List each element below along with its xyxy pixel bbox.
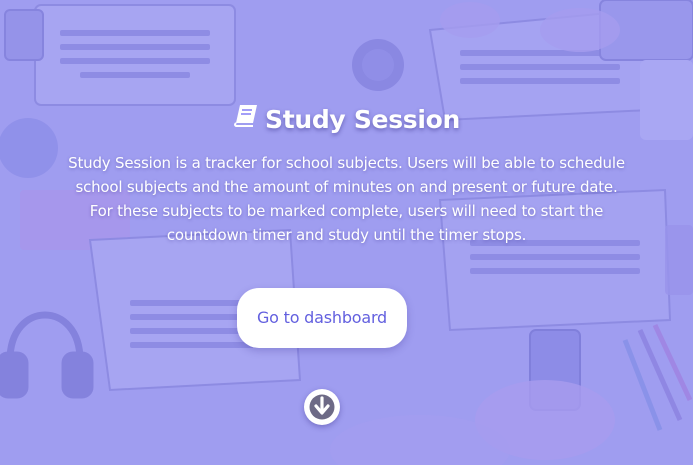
page-title: Study Session [0, 103, 693, 138]
arrow-down-circle-icon [306, 391, 338, 423]
page-title-text: Study Session [264, 105, 460, 134]
hero-content: Study Session Study Session is a tracker… [0, 0, 693, 465]
app-description: Study Session is a tracker for school su… [68, 154, 625, 244]
hero-section: Study Session Study Session is a tracker… [0, 0, 693, 465]
book-icon [233, 102, 259, 136]
scroll-down-button[interactable] [304, 389, 340, 425]
go-to-dashboard-button[interactable]: Go to dashboard [237, 288, 407, 348]
